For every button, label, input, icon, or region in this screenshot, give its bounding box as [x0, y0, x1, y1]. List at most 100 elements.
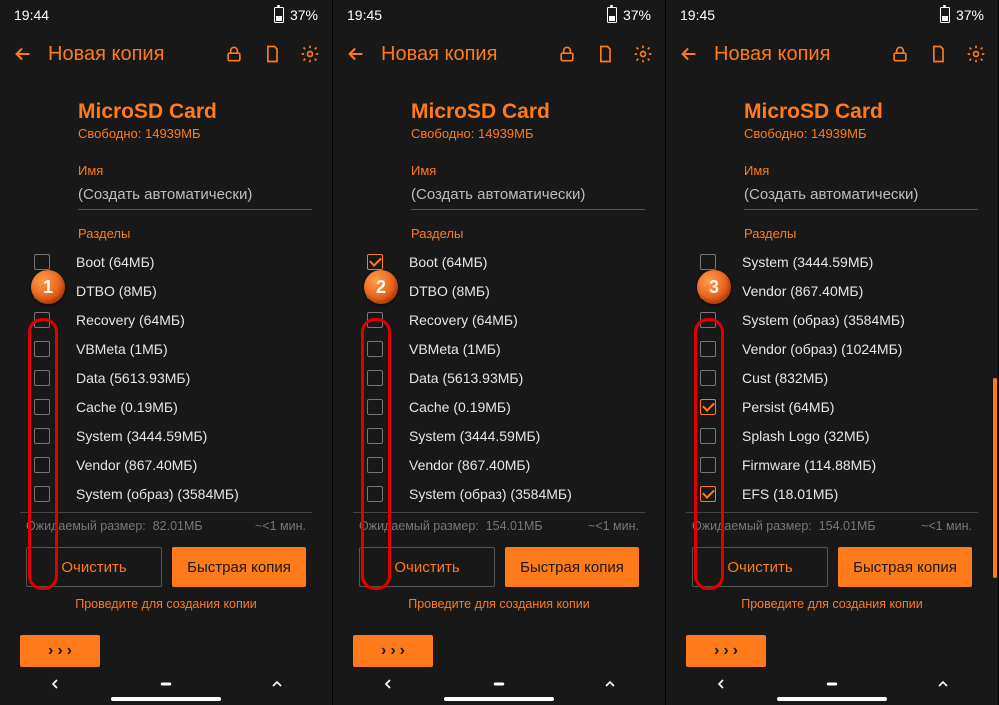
nav-home-icon[interactable] — [157, 675, 175, 698]
lock-icon[interactable] — [224, 44, 244, 64]
partition-row[interactable]: Data (5613.93МБ) — [353, 363, 645, 392]
partition-checkbox[interactable] — [367, 399, 383, 415]
partition-checkbox[interactable] — [700, 457, 716, 473]
partition-checkbox[interactable] — [34, 370, 50, 386]
nav-recent-icon[interactable] — [269, 676, 285, 697]
nav-recent-icon[interactable] — [602, 676, 618, 697]
partition-checkbox[interactable] — [700, 370, 716, 386]
partition-row[interactable]: System (образ) (3584МБ) — [686, 305, 978, 334]
nav-back-icon[interactable] — [47, 676, 63, 697]
partition-row[interactable]: System (образ) (3584МБ) — [353, 479, 645, 508]
swipe-track[interactable]: ››› — [20, 635, 312, 667]
name-label: Имя — [411, 163, 645, 178]
nav-back-icon[interactable] — [380, 676, 396, 697]
swipe-handle[interactable]: ››› — [20, 635, 100, 667]
sdcard-icon[interactable] — [262, 44, 282, 64]
step-badge: 1 — [31, 270, 65, 304]
swipe-handle[interactable]: ››› — [686, 635, 766, 667]
clear-button[interactable]: Очистить — [359, 547, 495, 587]
back-icon[interactable] — [12, 43, 34, 65]
partition-row[interactable]: Boot (64МБ) — [20, 247, 312, 276]
partition-row[interactable]: Firmware (114.88МБ) — [686, 450, 978, 479]
back-icon[interactable] — [678, 43, 700, 65]
name-input[interactable]: (Создать автоматически) — [411, 186, 645, 210]
partition-label-text: Recovery (64МБ) — [76, 312, 185, 328]
partition-checkbox[interactable] — [367, 341, 383, 357]
name-input[interactable]: (Создать автоматически) — [78, 186, 312, 210]
clear-button[interactable]: Очистить — [692, 547, 828, 587]
nav-home-icon[interactable] — [823, 675, 841, 698]
partition-row[interactable]: Data (5613.93МБ) — [20, 363, 312, 392]
lock-icon[interactable] — [890, 44, 910, 64]
swipe-track[interactable]: ››› — [686, 635, 978, 667]
partition-checkbox[interactable] — [34, 399, 50, 415]
partition-checkbox[interactable] — [34, 341, 50, 357]
nav-back-icon[interactable] — [713, 676, 729, 697]
partition-checkbox[interactable] — [367, 457, 383, 473]
swipe-track[interactable]: ››› — [353, 635, 645, 667]
partition-row[interactable]: EFS (18.01МБ) — [686, 479, 978, 508]
partition-row[interactable]: Vendor (образ) (1024МБ) — [686, 334, 978, 363]
partition-checkbox[interactable] — [700, 312, 716, 328]
partition-label-text: System (3444.59МБ) — [742, 254, 873, 270]
nav-home-icon[interactable] — [490, 675, 508, 698]
partition-checkbox[interactable] — [34, 254, 50, 270]
partition-label-text: System (3444.59МБ) — [409, 428, 540, 444]
partition-label-text: Vendor (867.40МБ) — [742, 283, 863, 299]
partition-row[interactable]: Vendor (867.40МБ) — [353, 450, 645, 479]
partition-checkbox[interactable] — [34, 428, 50, 444]
partition-row[interactable]: Splash Logo (32МБ) — [686, 421, 978, 450]
back-icon[interactable] — [345, 43, 367, 65]
partition-label-text: Cache (0.19МБ) — [409, 399, 511, 415]
partition-checkbox[interactable] — [700, 341, 716, 357]
partition-checkbox[interactable] — [34, 486, 50, 502]
storage-subtitle: Свободно: 14939МБ — [744, 126, 978, 141]
battery-percent: 37% — [623, 7, 651, 23]
sdcard-icon[interactable] — [928, 44, 948, 64]
clear-button[interactable]: Очистить — [26, 547, 162, 587]
fast-copy-button[interactable]: Быстрая копия — [838, 547, 972, 587]
partition-checkbox[interactable] — [367, 428, 383, 444]
partition-row[interactable]: Cache (0.19МБ) — [20, 392, 312, 421]
partition-row[interactable]: VBMeta (1МБ) — [353, 334, 645, 363]
storage-title: MicroSD Card — [78, 100, 312, 124]
partition-checkbox[interactable] — [367, 254, 383, 270]
partition-checkbox[interactable] — [700, 486, 716, 502]
partition-checkbox[interactable] — [367, 486, 383, 502]
status-time: 19:45 — [347, 7, 382, 23]
partition-row[interactable]: VBMeta (1МБ) — [20, 334, 312, 363]
partition-checkbox[interactable] — [367, 312, 383, 328]
partition-row[interactable]: Recovery (64МБ) — [20, 305, 312, 334]
fast-copy-button[interactable]: Быстрая копия — [505, 547, 639, 587]
name-input[interactable]: (Создать автоматически) — [744, 186, 978, 210]
lock-icon[interactable] — [557, 44, 577, 64]
phone-screen: 19:4437%Новая копияMicroSD CardСвободно:… — [0, 0, 333, 705]
partition-checkbox[interactable] — [700, 254, 716, 270]
partition-row[interactable]: Recovery (64МБ) — [353, 305, 645, 334]
partition-checkbox[interactable] — [700, 428, 716, 444]
partition-row[interactable]: Cust (832МБ) — [686, 363, 978, 392]
partition-row[interactable]: System (3444.59МБ) — [20, 421, 312, 450]
partition-checkbox[interactable] — [34, 312, 50, 328]
partition-row[interactable]: Cache (0.19МБ) — [353, 392, 645, 421]
sdcard-icon[interactable] — [595, 44, 615, 64]
partition-row[interactable]: Persist (64МБ) — [686, 392, 978, 421]
partition-label-text: Boot (64МБ) — [76, 254, 154, 270]
partition-checkbox[interactable] — [367, 370, 383, 386]
phone-screen: 19:4537%Новая копияMicroSD CardСвободно:… — [333, 0, 666, 705]
partition-row[interactable]: System (3444.59МБ) — [353, 421, 645, 450]
partition-row[interactable]: System (образ) (3584МБ) — [20, 479, 312, 508]
partition-checkbox[interactable] — [700, 399, 716, 415]
partition-row[interactable]: Boot (64МБ) — [353, 247, 645, 276]
partition-row[interactable]: Vendor (867.40МБ) — [20, 450, 312, 479]
partition-label-text: Cust (832МБ) — [742, 370, 828, 386]
header-title: Новая копия — [48, 43, 164, 66]
partition-checkbox[interactable] — [34, 457, 50, 473]
gear-icon[interactable] — [300, 44, 320, 64]
gear-icon[interactable] — [966, 44, 986, 64]
gear-icon[interactable] — [633, 44, 653, 64]
swipe-handle[interactable]: ››› — [353, 635, 433, 667]
nav-recent-icon[interactable] — [935, 676, 951, 697]
partition-row[interactable]: System (3444.59МБ) — [686, 247, 978, 276]
fast-copy-button[interactable]: Быстрая копия — [172, 547, 306, 587]
